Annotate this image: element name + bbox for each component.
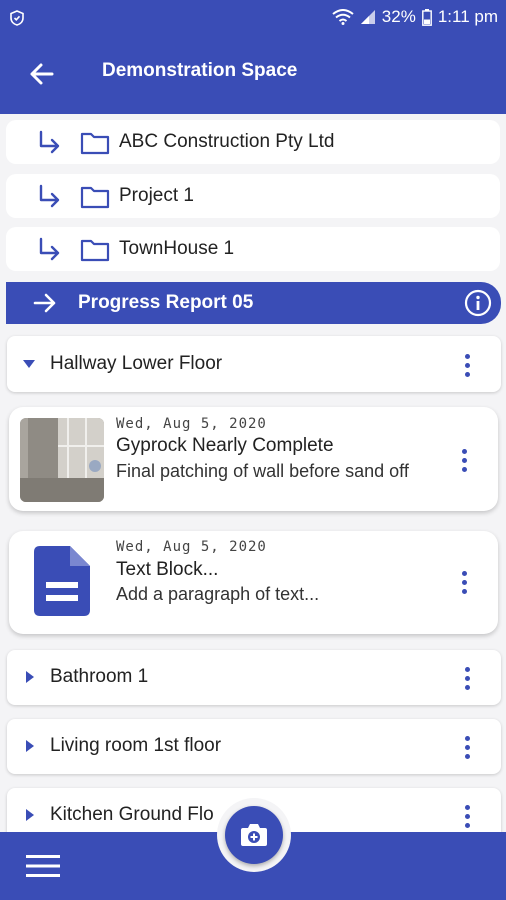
caret-right-icon[interactable] xyxy=(25,739,35,753)
entry-date: Wed, Aug 5, 2020 xyxy=(116,416,267,432)
entry-card[interactable]: Wed, Aug 5, 2020 Text Block... Add a par… xyxy=(9,531,498,634)
breadcrumb-label: TownHouse 1 xyxy=(119,238,235,259)
more-options-icon[interactable] xyxy=(454,447,474,473)
more-options-icon[interactable] xyxy=(457,352,477,378)
battery-icon xyxy=(421,8,432,26)
section-label: Bathroom 1 xyxy=(50,666,149,687)
more-options-icon[interactable] xyxy=(457,665,477,691)
folder-icon xyxy=(80,186,110,209)
clock: 1:11 pm xyxy=(437,7,498,26)
entry-title: Text Block... xyxy=(116,559,219,580)
more-options-icon[interactable] xyxy=(457,803,477,829)
folder-icon xyxy=(80,239,110,262)
wifi-icon xyxy=(332,9,354,25)
current-report-bar[interactable]: Progress Report 05 xyxy=(6,282,501,324)
more-options-icon[interactable] xyxy=(457,734,477,760)
camera-icon xyxy=(241,824,267,846)
section-label: Hallway Lower Floor xyxy=(50,353,223,374)
entry-description: Add a paragraph of text... xyxy=(116,584,320,604)
back-arrow-icon[interactable] xyxy=(24,56,60,92)
section-label: Living room 1st floor xyxy=(50,735,222,756)
menu-icon[interactable] xyxy=(26,854,60,878)
page-title: Demonstration Space xyxy=(102,60,298,81)
caret-right-icon[interactable] xyxy=(25,808,35,822)
subdirectory-arrow-icon xyxy=(39,130,60,154)
section-expanded[interactable]: Hallway Lower Floor xyxy=(7,336,501,392)
section-collapsed[interactable]: Living room 1st floor xyxy=(7,719,501,774)
subdirectory-arrow-icon xyxy=(39,237,60,261)
info-icon[interactable] xyxy=(464,289,492,317)
caret-down-icon[interactable] xyxy=(22,359,36,369)
entry-thumbnail xyxy=(20,418,104,502)
entry-card[interactable]: Wed, Aug 5, 2020 Gyprock Nearly Complete… xyxy=(9,407,498,511)
subdirectory-arrow-icon xyxy=(39,184,60,208)
entry-title: Gyprock Nearly Complete xyxy=(116,435,334,456)
folder-icon xyxy=(80,132,110,155)
entry-date: Wed, Aug 5, 2020 xyxy=(116,539,267,555)
entry-description: Final patching of wall before sand off xyxy=(116,461,409,481)
arrow-right-icon xyxy=(33,293,56,313)
signal-icon xyxy=(360,10,375,24)
breadcrumb-item[interactable]: ABC Construction Pty Ltd xyxy=(6,120,500,164)
breadcrumb-label: ABC Construction Pty Ltd xyxy=(119,131,335,152)
caret-right-icon[interactable] xyxy=(25,670,35,684)
status-bar: 32% 1:11 pm xyxy=(0,0,506,36)
document-icon xyxy=(34,546,90,616)
add-photo-button[interactable] xyxy=(225,806,283,864)
current-report-label: Progress Report 05 xyxy=(78,292,254,313)
section-collapsed[interactable]: Bathroom 1 xyxy=(7,650,501,705)
battery-percent: 32% xyxy=(381,7,416,26)
shield-icon xyxy=(10,10,24,26)
breadcrumb-item[interactable]: Project 1 xyxy=(6,174,500,218)
breadcrumb-item[interactable]: TownHouse 1 xyxy=(6,227,500,271)
section-label: Kitchen Ground Flo xyxy=(50,804,214,825)
breadcrumb-label: Project 1 xyxy=(119,185,194,206)
app-bar: Demonstration Space xyxy=(0,36,506,114)
more-options-icon[interactable] xyxy=(454,569,474,595)
